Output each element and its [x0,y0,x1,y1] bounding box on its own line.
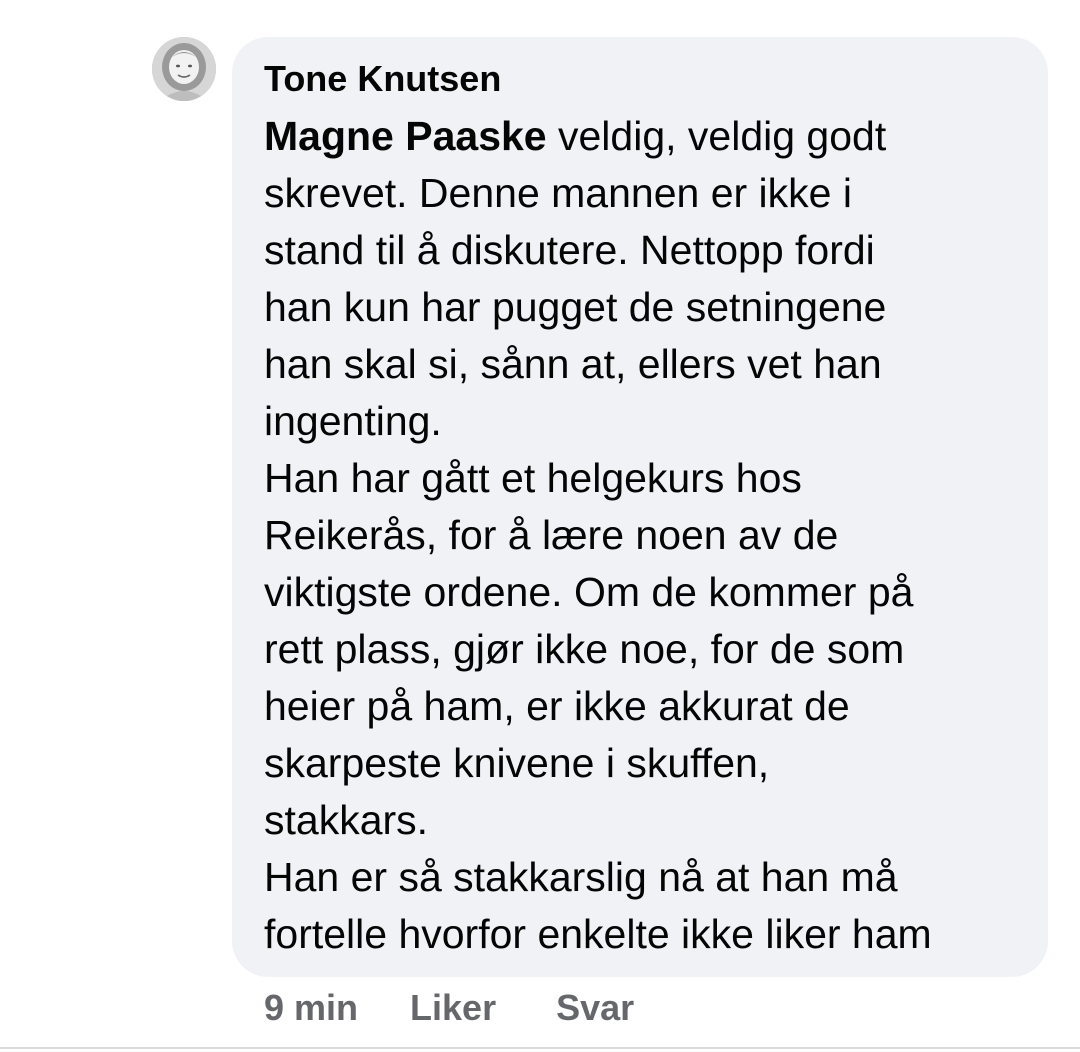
comment-line: rett plass, gjør ikke noe, for de som [264,626,905,672]
comment-line: heier på ham, er ikke akkurat de [264,683,850,729]
comment-line: han kun har pugget de setningene [264,284,887,330]
like-button[interactable]: Liker [410,987,496,1029]
comment-line: fortelle hvorfor enkelte ikke liker ham [264,911,932,957]
comment-line: Reikerås, for å lære noen av de [264,512,839,558]
comment-line-text: veldig, veldig godt [546,113,887,159]
comment-line: han skal si, sånn at, ellers vet han [264,341,882,387]
divider [0,1047,1080,1049]
mention-link[interactable]: Magne Paaske [264,113,547,159]
comment-actions: 9 min Liker Svar [264,985,634,1031]
reply-button[interactable]: Svar [556,987,634,1029]
comment-author[interactable]: Tone Knutsen [264,56,501,102]
comment-line: skarpeste knivene i skuffen, [264,740,770,786]
comment-line: Han har gått et helgekurs hos [264,455,802,501]
comment-line: stand til å diskutere. Nettopp fordi [264,227,875,273]
avatar[interactable] [152,37,216,101]
comment-timestamp[interactable]: 9 min [264,987,358,1029]
comment-line: stakkars. [264,797,429,843]
comment-line: skrevet. Denne mannen er ikke i [264,170,852,216]
comment-line: Han er så stakkarslig nå at han må [264,854,898,900]
comment-line: viktigste ordene. Om de kommer på [264,569,914,615]
comment-body: Magne Paaske veldig, veldig godt skrevet… [264,108,1044,963]
comment-view: Tone Knutsen Magne Paaske veldig, veldig… [0,0,1080,1052]
comment-line: ingenting. [264,398,442,444]
comment-line: Magne Paaske veldig, veldig godt [264,108,1044,165]
profile-photo-icon [152,37,216,101]
